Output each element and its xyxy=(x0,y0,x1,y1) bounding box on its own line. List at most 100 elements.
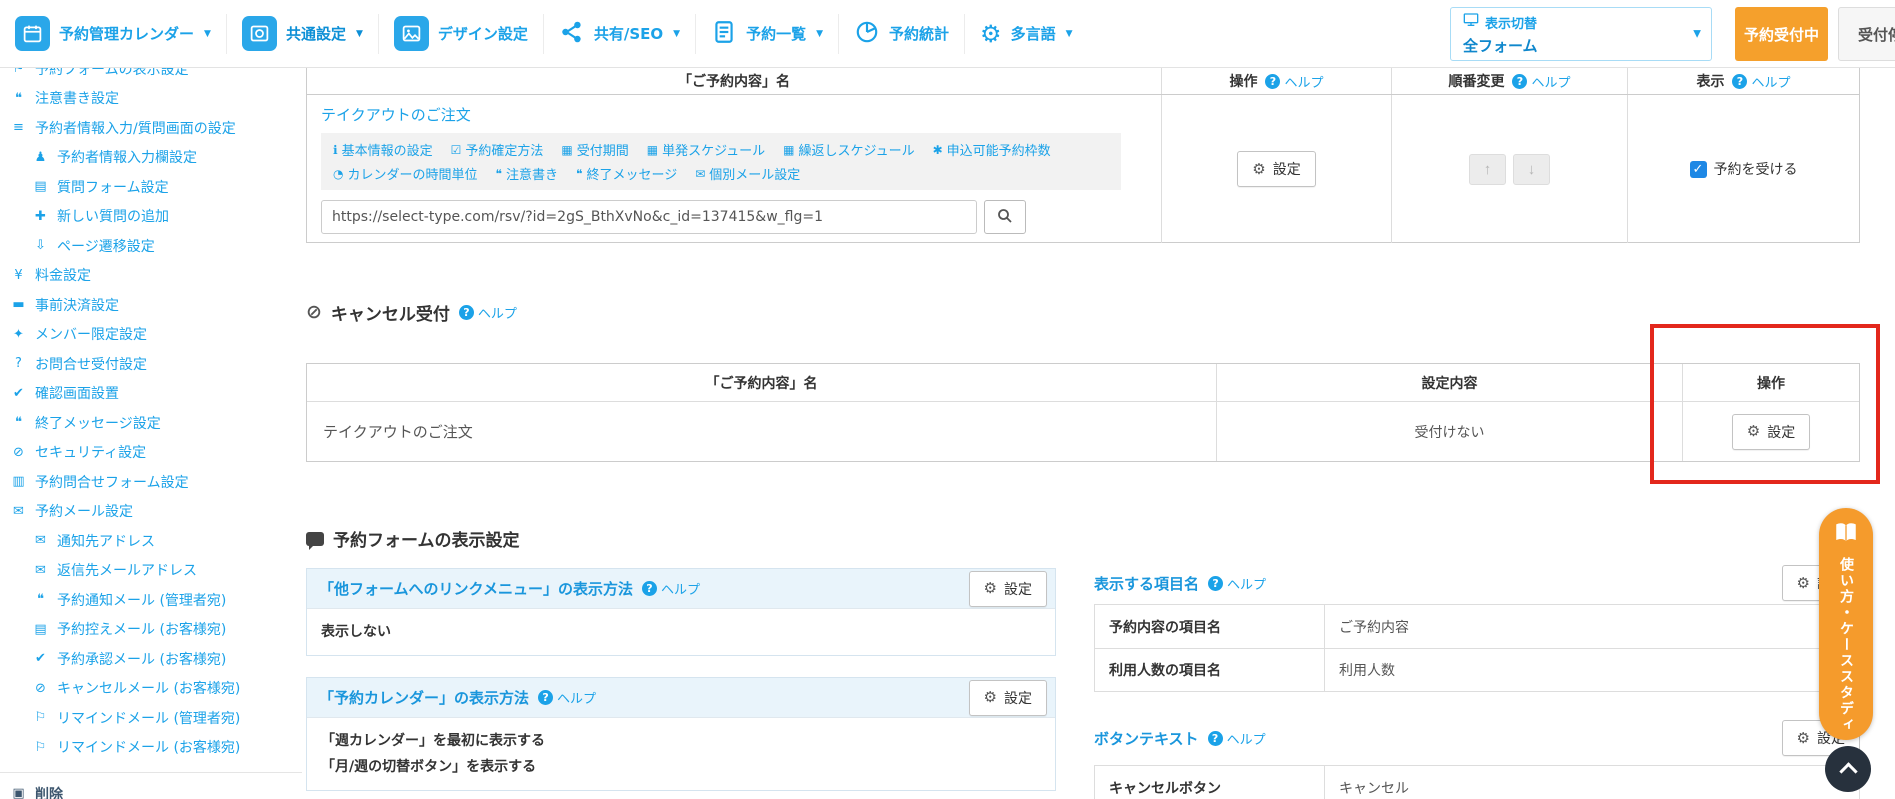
nav-item-reservation-list[interactable]: 予約一覧 ▼ xyxy=(696,0,838,67)
sidebar-item-notify-address[interactable]: ✉ 通知先アドレス xyxy=(0,526,302,556)
speech-icon: ❝ xyxy=(15,415,22,431)
quick-link-repeat-schedule[interactable]: ▦ 繰返しスケジュール xyxy=(783,140,914,160)
link-menu-panel: 「他フォームへのリンクメニュー」の表示方法 ? ヘルプ ⚙ 設定 表示しない xyxy=(306,568,1056,656)
sidebar-item-member-only[interactable]: ✦ メンバー限定設定 xyxy=(0,320,302,350)
question-circle-icon: ? xyxy=(1208,575,1224,591)
reservation-content-cell: テイクアウトのご注文 ℹ 基本情報の設定 ☑ 予約確定方法 ▦ 受付期間 ▦ 単発スケジ… xyxy=(307,95,1161,243)
sidebar-item-inquiry[interactable]: ? お問合せ受付設定 xyxy=(0,349,302,379)
mail-icon: ✉ xyxy=(35,562,46,578)
sidebar-item-reply-address[interactable]: ✉ 返信先メールアドレス xyxy=(0,556,302,586)
sidebar-item-remind-mail-admin[interactable]: ⚐ リマインドメール (管理者宛) xyxy=(0,703,302,733)
nav-item-reservation-stats[interactable]: 予約統計 xyxy=(839,0,964,67)
list-icon: ≡ xyxy=(13,120,24,136)
help-link[interactable]: ? ヘルプ xyxy=(641,579,700,598)
help-link[interactable]: ? ヘルプ xyxy=(458,303,517,322)
column-header-name: 「ご予約内容」名 xyxy=(705,375,818,392)
quick-link-time-unit[interactable]: ◔ カレンダーの時間単位 xyxy=(333,164,478,184)
quick-link-slot-count[interactable]: ✱ 申込可能予約枠数 xyxy=(932,140,1051,160)
reservation-form-name-link[interactable]: テイクアウトのご注文 xyxy=(321,106,471,124)
quick-link-accept-period[interactable]: ▦ 受付期間 xyxy=(561,140,628,160)
item-names-title: 表示する項目名 ?ヘルプ ⚙設定 xyxy=(1094,565,1860,601)
sidebar-delete-section: ▣ 削除 xyxy=(0,772,302,799)
nav-label: 共有/SEO xyxy=(593,25,664,43)
help-link[interactable]: ? ヘルプ xyxy=(1732,72,1791,91)
help-link[interactable]: ? ヘルプ xyxy=(1265,72,1324,91)
quick-link-end-message[interactable]: ❝ 終了メッセージ xyxy=(576,164,677,184)
sidebar-item-delete[interactable]: ▣ 削除 xyxy=(0,779,302,799)
stop-accepting-button[interactable]: 受付停止 xyxy=(1838,7,1895,61)
reservation-url-input[interactable] xyxy=(321,200,977,234)
block-icon: ⊘ xyxy=(13,444,24,460)
sidebar-item-mail-settings[interactable]: ✉ 予約メール設定 xyxy=(0,497,302,527)
button-text-table: キャンセルボタン キャンセル xyxy=(1094,765,1860,799)
info-icon: ℹ xyxy=(333,142,338,157)
quick-link-individual-mail[interactable]: ✉ 個別メール設定 xyxy=(695,164,800,184)
question-circle-icon: ? xyxy=(1512,73,1528,89)
gear-icon: ⚙ xyxy=(980,19,1002,48)
usage-case-study-tab[interactable]: 使い方・ケーススタディ xyxy=(1819,508,1873,740)
sidebar-item-inquiry-form[interactable]: ▥ 予約問合せフォーム設定 xyxy=(0,467,302,497)
sidebar-item-page-transition[interactable]: ⇩ ページ遷移設定 xyxy=(0,231,302,261)
nav-item-design-settings[interactable]: デザイン設定 xyxy=(379,0,543,67)
move-up-button[interactable]: ↑ xyxy=(1469,153,1506,185)
form-switcher-dropdown[interactable]: 表示切替 全フォーム ▼ xyxy=(1450,7,1712,61)
sidebar-item-end-message[interactable]: ❝ 終了メッセージ設定 xyxy=(0,408,302,438)
settings-button[interactable]: ⚙設定 xyxy=(968,570,1047,607)
sidebar-item-copy-mail-customer[interactable]: ▤ 予約控えメール (お客様宛) xyxy=(0,615,302,645)
speech-icon: ❝ xyxy=(495,166,502,181)
mail-icon: ✉ xyxy=(35,533,46,549)
sidebar-item-remind-mail-customer[interactable]: ⚐ リマインドメール (お客様宛) xyxy=(0,733,302,763)
nav-item-reservation-calendar[interactable]: 予約管理カレンダー ▼ xyxy=(0,0,226,67)
quick-link-single-schedule[interactable]: ▦ 単発スケジュール xyxy=(647,140,765,160)
sidebar-item-security[interactable]: ⊘ セキュリティ設定 xyxy=(0,438,302,468)
move-down-button[interactable]: ↓ xyxy=(1513,153,1550,185)
quick-link-notice[interactable]: ❝ 注意書き xyxy=(495,164,558,184)
quick-link-confirm-method[interactable]: ☑ 予約確定方法 xyxy=(451,140,544,160)
thumbs-up-icon: ✔ xyxy=(35,651,46,667)
gear-icon: ⚙ xyxy=(983,689,997,706)
sidebar-item-approve-mail-customer[interactable]: ✔ 予約承認メール (お客様宛) xyxy=(0,644,302,674)
sidebar-item-notify-mail-admin[interactable]: ❝ 予約通知メール (管理者宛) xyxy=(0,585,302,615)
setting-content-cell: 受付けない xyxy=(1216,402,1682,461)
sidebar-item-price[interactable]: ¥ 料金設定 xyxy=(0,261,302,291)
speech-bubble-icon xyxy=(306,531,324,550)
sidebar-item-confirm-screen[interactable]: ✔ 確認画面設置 xyxy=(0,379,302,409)
sidebar-item-prepayment[interactable]: ▬ 事前決済設定 xyxy=(0,290,302,320)
speech-icon: ❝ xyxy=(15,90,22,106)
gear-icon: ⚙ xyxy=(1252,160,1266,178)
settings-button[interactable]: ⚙設定 xyxy=(1731,413,1811,450)
accepting-status-button[interactable]: 予約受付中 xyxy=(1735,7,1828,61)
top-navbar: 予約管理カレンダー ▼ 共通設定 ▼ デザイン設定 共有/SEO ▼ 予約一覧 … xyxy=(0,0,1895,68)
sidebar-item-add-question[interactable]: ✚ 新しい質問の追加 xyxy=(0,202,302,232)
main-content: 「ご予約内容」名 操作 ? ヘルプ 順番変更 ? ヘルプ 表示 ? ヘルプ テイクアウ… xyxy=(306,68,1860,799)
help-link[interactable]: ? ヘルプ xyxy=(1208,574,1266,593)
sidebar-item-visitor-input[interactable]: ≡ 予約者情報入力/質問画面の設定 xyxy=(0,113,302,143)
nav-label: 予約一覧 xyxy=(746,25,807,43)
chevron-down-icon: ▼ xyxy=(355,28,363,39)
column-header-action: 操作 xyxy=(1682,364,1859,401)
question-circle-icon: ? xyxy=(641,581,657,596)
sidebar-item-notice[interactable]: ❝ 注意書き設定 xyxy=(0,84,302,114)
help-link[interactable]: ? ヘルプ xyxy=(1207,729,1266,748)
nav-label: デザイン設定 xyxy=(437,25,528,43)
help-link[interactable]: ? ヘルプ xyxy=(1512,72,1571,91)
column-header-action: 操作 ? ヘルプ xyxy=(1161,68,1391,94)
nav-item-common-settings[interactable]: 共通設定 ▼ xyxy=(227,0,378,67)
gear-icon: ⚙ xyxy=(1746,423,1761,440)
nav-item-share-seo[interactable]: 共有/SEO ▼ xyxy=(544,0,695,67)
sidebar-item-input-fields[interactable]: ♟ 予約者情報入力欄設定 xyxy=(0,143,302,173)
quick-link-basic-info[interactable]: ℹ 基本情報の設定 xyxy=(333,140,433,160)
settings-button[interactable]: ⚙設定 xyxy=(968,679,1047,716)
help-link[interactable]: ? ヘルプ xyxy=(538,688,596,707)
sidebar-item-cancel-mail-customer[interactable]: ⊘ キャンセルメール (お客様宛) xyxy=(0,674,302,704)
scroll-to-top-button[interactable] xyxy=(1825,746,1871,792)
id-card-icon: ▥ xyxy=(12,474,25,490)
nav-item-multilanguage[interactable]: ⚙ 多言語 ▼ xyxy=(965,0,1087,67)
url-preview-button[interactable] xyxy=(984,200,1026,234)
hand-icon: ✱ xyxy=(932,142,943,157)
settings-button[interactable]: ⚙設定 xyxy=(1237,151,1316,187)
sidebar-item-question-form[interactable]: ▤ 質問フォーム設定 xyxy=(0,172,302,202)
book-icon xyxy=(1833,520,1859,550)
accept-reservation-checkbox[interactable]: ✓ 予約を受ける xyxy=(1689,159,1798,179)
check-icon: ✔ xyxy=(13,385,24,401)
